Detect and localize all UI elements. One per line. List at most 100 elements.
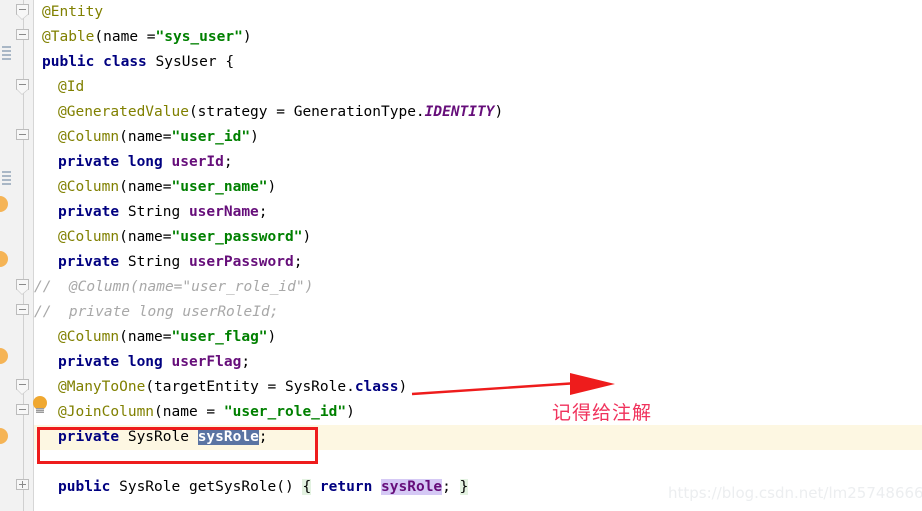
fold-region-tip bbox=[16, 389, 29, 395]
code-token: // @Column(name="user_role_id") bbox=[34, 279, 314, 295]
code-token: @Column bbox=[58, 329, 120, 345]
code-token: "user_password" bbox=[171, 229, 303, 245]
watermark-url: https://blog.csdn.net/lm2574866671 bbox=[668, 484, 922, 502]
code-token: @Column bbox=[58, 179, 120, 195]
fold-box bbox=[16, 479, 29, 490]
code-token: String bbox=[119, 254, 189, 270]
code-token: @Table bbox=[42, 29, 95, 45]
intention-lightbulb-icon[interactable] bbox=[0, 428, 8, 444]
code-token: String bbox=[119, 204, 189, 220]
code-line[interactable]: @JoinColumn(name = "user_role_id") bbox=[34, 400, 355, 425]
code-token: (strategy = GenerationType. bbox=[188, 104, 425, 120]
fold-expand-icon[interactable] bbox=[16, 479, 31, 494]
code-token: = bbox=[146, 29, 156, 45]
gutter-marker-bar bbox=[2, 171, 11, 173]
code-token: ) bbox=[267, 329, 277, 345]
fold-collapse-icon[interactable] bbox=[16, 29, 31, 44]
code-token: (name= bbox=[119, 229, 172, 245]
fold-box bbox=[16, 29, 29, 40]
code-token: @GeneratedValue bbox=[58, 104, 189, 120]
code-token: SysUser { bbox=[146, 54, 235, 70]
intention-lightbulb-icon[interactable] bbox=[0, 196, 8, 212]
code-line[interactable]: @Table(name ="sys_user") bbox=[34, 25, 252, 50]
code-token: ; bbox=[258, 204, 268, 220]
gutter-marker-bar bbox=[2, 46, 11, 48]
code-token: { bbox=[302, 479, 312, 495]
code-line[interactable]: @ManyToOne(targetEntity = SysRole.class) bbox=[34, 375, 407, 400]
fold-collapse-icon[interactable] bbox=[16, 304, 31, 319]
code-token: ( bbox=[94, 29, 104, 45]
fold-collapse-icon[interactable] bbox=[16, 4, 31, 20]
code-line[interactable]: @Column(name="user_id") bbox=[34, 125, 259, 150]
code-line[interactable]: @Column(name="user_password") bbox=[34, 225, 311, 250]
code-token: public bbox=[42, 54, 95, 70]
code-token: long bbox=[127, 354, 163, 370]
code-line[interactable]: private String userPassword; bbox=[34, 250, 302, 275]
gutter-marker-icon[interactable] bbox=[2, 171, 12, 185]
intention-lightbulb-icon[interactable] bbox=[0, 251, 8, 267]
code-line[interactable]: @Column(name="user_name") bbox=[34, 175, 276, 200]
fold-collapse-icon[interactable] bbox=[16, 379, 31, 395]
fold-collapse-icon[interactable] bbox=[16, 279, 31, 295]
code-line[interactable]: @Id bbox=[34, 75, 84, 100]
gutter-marker-bar bbox=[2, 54, 11, 56]
fold-collapse-icon[interactable] bbox=[16, 79, 31, 95]
intention-lightbulb-icon[interactable] bbox=[33, 396, 48, 414]
code-token: ; bbox=[223, 154, 233, 170]
code-token: ) bbox=[494, 104, 504, 120]
code-token: return bbox=[319, 479, 373, 495]
code-editor[interactable]: @Entity @Table(name ="sys_user") public cl… bbox=[0, 0, 922, 511]
code-line[interactable]: // @Column(name="user_role_id") bbox=[34, 275, 313, 300]
fold-box bbox=[16, 304, 29, 315]
code-line[interactable]: public class SysUser { bbox=[34, 50, 234, 75]
code-token: (name= bbox=[119, 179, 172, 195]
code-token: ) bbox=[242, 29, 252, 45]
code-token: "user_name" bbox=[171, 179, 268, 195]
code-token: @Id bbox=[58, 79, 85, 95]
code-token: (targetEntity = SysRole. bbox=[145, 379, 355, 395]
code-token: // private long userRoleId; bbox=[34, 304, 279, 320]
code-token: userFlag bbox=[171, 354, 242, 370]
code-token: "user_id" bbox=[171, 129, 251, 145]
code-token: public bbox=[58, 479, 111, 495]
code-token: name bbox=[103, 29, 147, 45]
editor-gutter[interactable] bbox=[0, 0, 34, 511]
gutter-marker-icon[interactable] bbox=[2, 46, 12, 60]
code-token: userPassword bbox=[188, 254, 294, 270]
fold-rail bbox=[23, 0, 24, 511]
fold-collapse-icon[interactable] bbox=[16, 129, 31, 144]
code-line[interactable]: private String userName; bbox=[34, 200, 268, 225]
code-token: (name = bbox=[154, 404, 224, 420]
gutter-marker-bar bbox=[2, 179, 11, 181]
code-token: userName bbox=[188, 204, 259, 220]
code-line[interactable]: @GeneratedValue(strategy = GenerationTyp… bbox=[34, 100, 503, 125]
code-line[interactable]: public SysRole getSysRole() { return sys… bbox=[34, 475, 469, 500]
code-token: sysRole bbox=[381, 479, 443, 495]
code-token: ; bbox=[442, 479, 451, 495]
code-line[interactable]: private long userFlag; bbox=[34, 350, 250, 375]
code-token: ) bbox=[267, 179, 277, 195]
annotation-red-box bbox=[37, 427, 318, 464]
code-line[interactable]: // private long userRoleId; bbox=[34, 300, 278, 325]
code-token: (name= bbox=[119, 129, 172, 145]
fold-region-tip bbox=[16, 14, 29, 20]
code-line[interactable]: @Entity bbox=[34, 0, 103, 25]
code-token: ; bbox=[241, 354, 251, 370]
fold-region-tip bbox=[16, 289, 29, 295]
code-line[interactable]: @Column(name="user_flag") bbox=[34, 325, 276, 350]
intention-lightbulb-icon[interactable] bbox=[0, 348, 8, 364]
code-token: userId bbox=[171, 154, 224, 170]
code-token: long bbox=[127, 154, 163, 170]
lightbulb-base bbox=[36, 408, 44, 413]
gutter-marker-bar bbox=[2, 58, 11, 60]
fold-region-tip bbox=[16, 89, 29, 95]
code-line[interactable]: private long userId; bbox=[34, 150, 233, 175]
fold-collapse-icon[interactable] bbox=[16, 404, 31, 419]
code-token: } bbox=[459, 479, 469, 495]
annotation-note-text: 记得给注解 bbox=[552, 402, 653, 424]
